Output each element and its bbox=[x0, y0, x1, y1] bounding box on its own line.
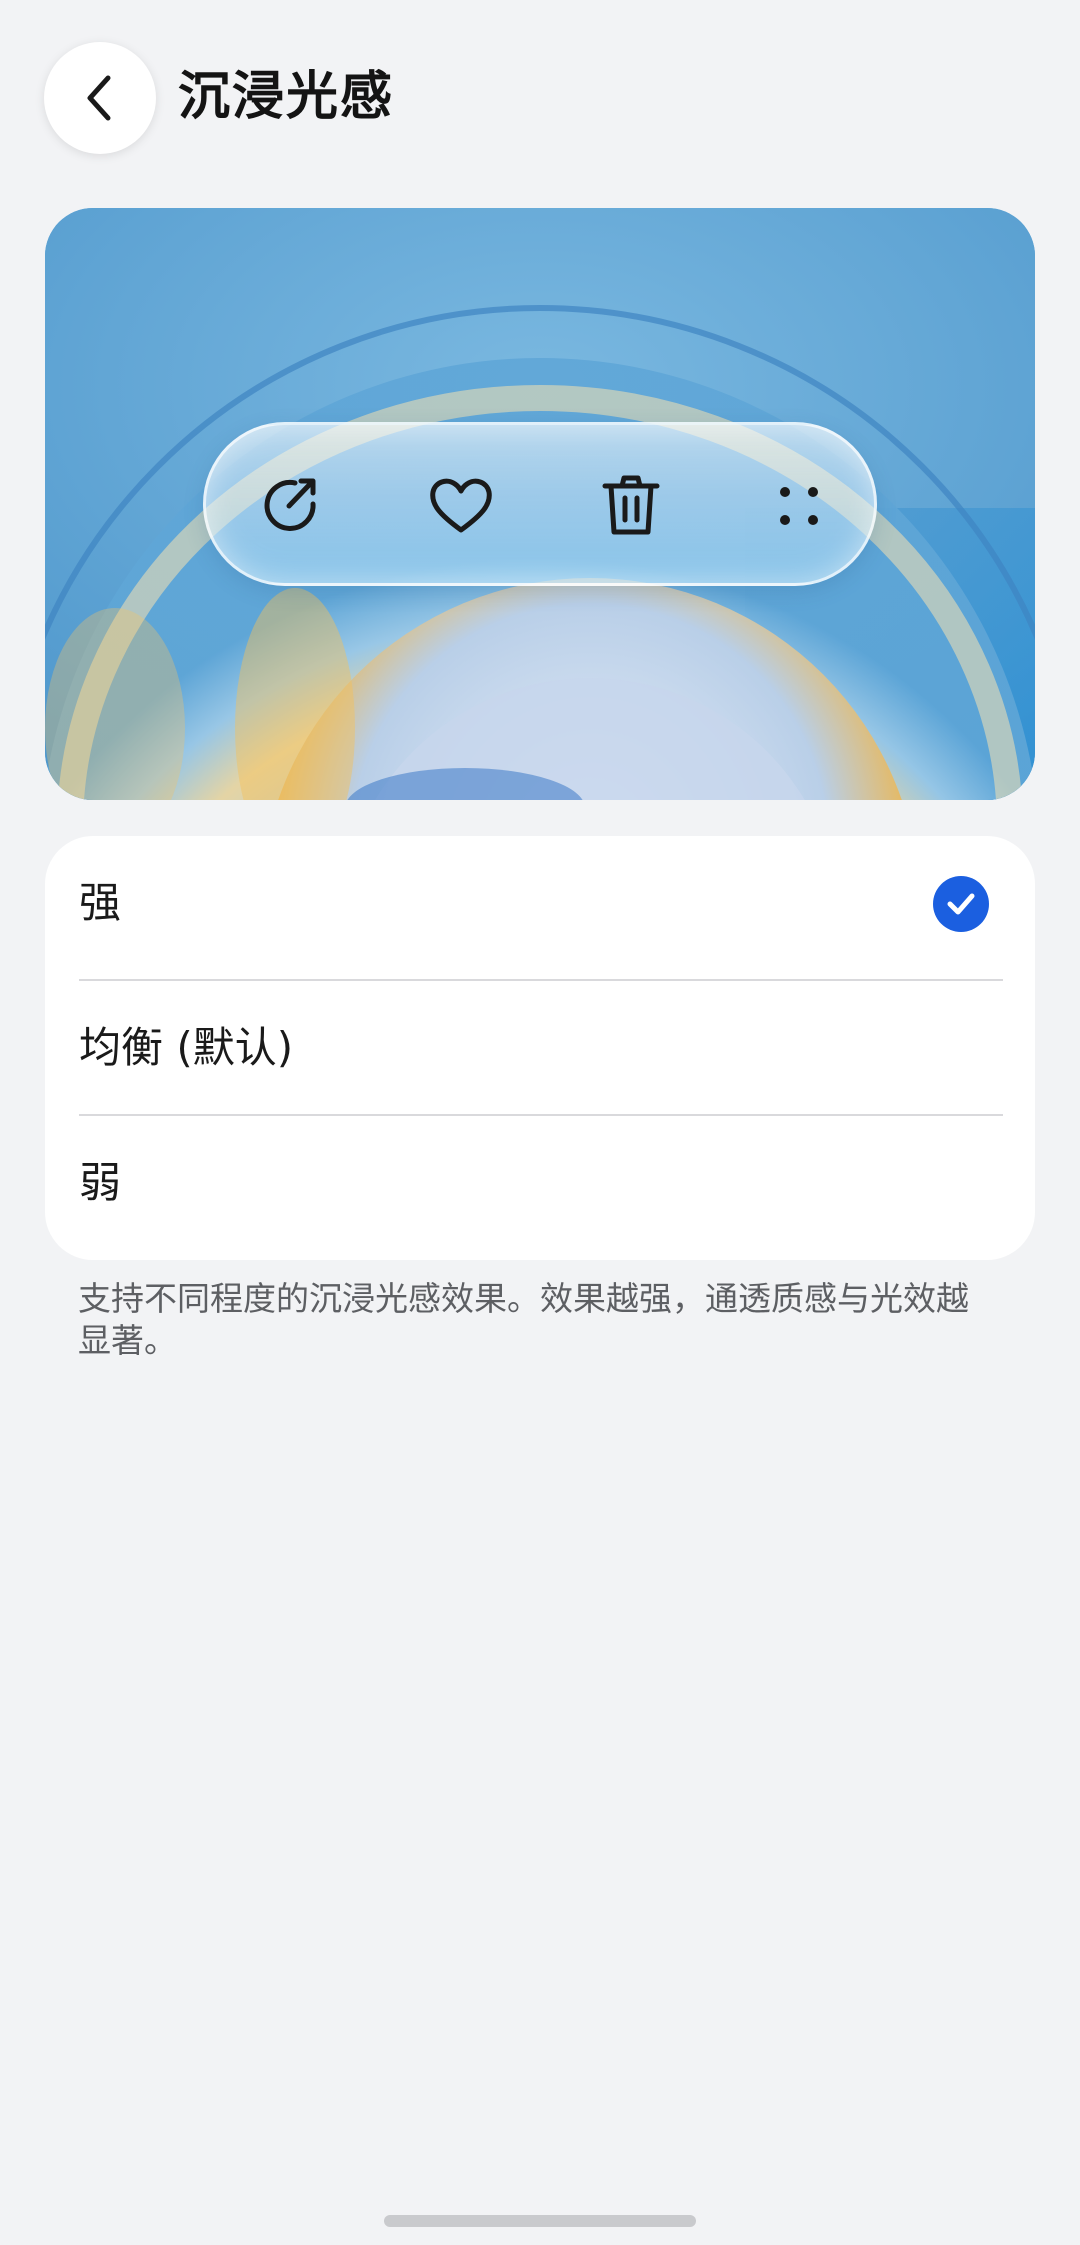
back-button[interactable] bbox=[44, 42, 156, 154]
option-description: 支持不同程度的沉浸光感效果。效果越强，通透质感与光效越显著。 bbox=[78, 1279, 969, 1360]
page-title: 沉浸光感 bbox=[178, 67, 395, 127]
option-label: 均衡 (默认) bbox=[79, 1023, 294, 1072]
share-icon bbox=[264, 478, 316, 531]
home-indicator[interactable] bbox=[384, 2215, 696, 2227]
more-dots-icon bbox=[780, 487, 818, 525]
more-button[interactable] bbox=[754, 461, 844, 551]
trash-icon bbox=[602, 475, 660, 535]
option-label: 弱 bbox=[79, 1158, 122, 1207]
intensity-options: 强 均衡 (默认) 弱 bbox=[45, 836, 1035, 1260]
header-bar: 沉浸光感 bbox=[0, 0, 1080, 200]
option-label: 强 bbox=[79, 878, 122, 927]
heart-icon bbox=[430, 478, 492, 533]
effect-preview bbox=[45, 208, 1035, 800]
option-weak[interactable]: 弱 bbox=[45, 1116, 1035, 1250]
share-button[interactable] bbox=[246, 461, 336, 551]
check-icon bbox=[933, 876, 989, 932]
favorite-button[interactable] bbox=[416, 461, 506, 551]
chevron-left-icon bbox=[87, 75, 111, 121]
option-balanced[interactable]: 均衡 (默认) bbox=[45, 981, 1035, 1115]
delete-button[interactable] bbox=[586, 461, 676, 551]
floating-toolbar bbox=[203, 422, 877, 586]
option-strong[interactable]: 强 bbox=[45, 836, 1035, 970]
